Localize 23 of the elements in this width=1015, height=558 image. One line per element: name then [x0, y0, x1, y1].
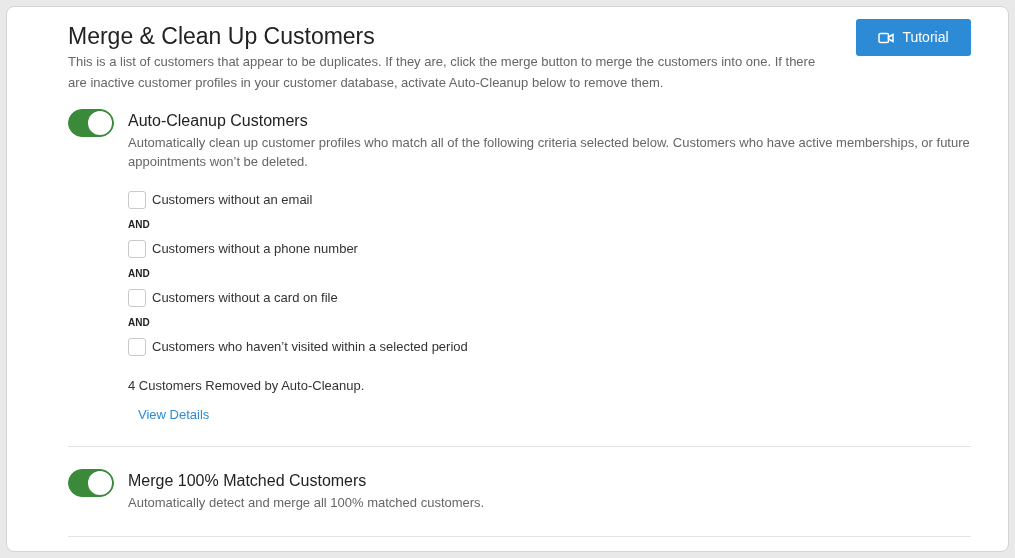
section-description: Automatically detect and merge all 100% matched customers.: [128, 493, 486, 512]
and-separator: AND: [128, 218, 151, 232]
section-description: Automatically clean up customer profiles who match all of the following criteria selected below. Customers who have active memberships, or future appointments won’t be deleted.: [128, 134, 971, 171]
checkbox[interactable]: [128, 240, 146, 258]
video-camera-icon: [878, 31, 895, 44]
toggle-switch[interactable]: [68, 468, 114, 497]
page-description: This is a list of customers that appear to be duplicates. If they are, click the merge button to merge the customers into one. If there are inactive customer profiles in your customer database, activate Auto-Cleanup below to remove them.: [68, 53, 817, 92]
checkbox-label: Customers who haven’t visited within a selected period: [152, 338, 468, 357]
checkbox-label: Customers without a phone number: [152, 240, 358, 259]
removed-summary: 4 Customers Removed by Auto-Cleanup.: [128, 377, 366, 395]
checkbox-label: Customers without an email: [152, 191, 313, 210]
view-details-link[interactable]: View Details: [138, 404, 210, 424]
page-title: Merge & Clean Up Customers: [68, 22, 376, 51]
and-separator: AND: [128, 267, 151, 281]
checkbox[interactable]: [128, 338, 146, 356]
toggle-switch[interactable]: [68, 109, 114, 137]
section-title: Merge 100% Matched Customers: [128, 470, 368, 491]
checkbox[interactable]: [128, 289, 146, 307]
checkbox[interactable]: [128, 191, 146, 209]
tutorial-button[interactable]: Tutorial: [856, 19, 971, 56]
and-separator: AND: [128, 316, 151, 330]
checkbox-label: Customers without a card on file: [152, 289, 338, 308]
section-title: Auto-Cleanup Customers: [128, 111, 309, 131]
